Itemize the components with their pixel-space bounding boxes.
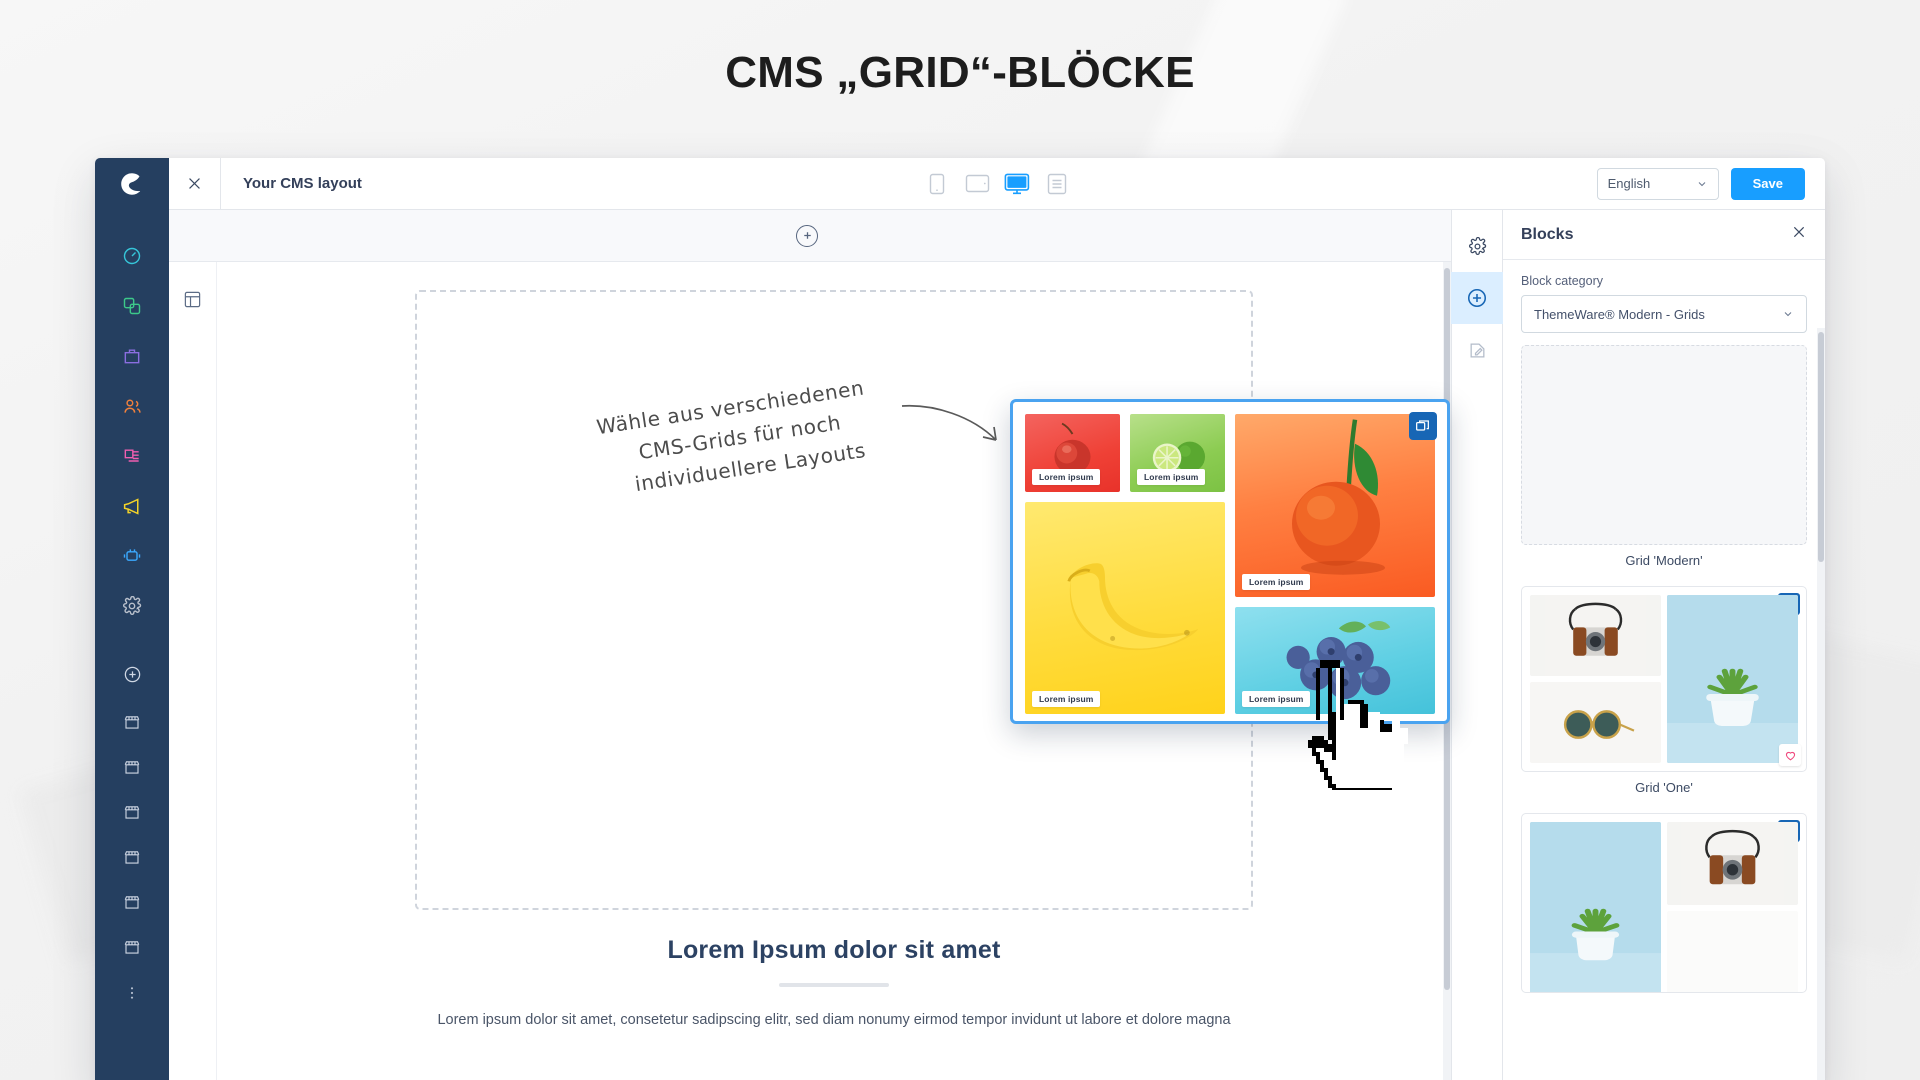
app-window: Your CMS layout English Save Lorem Ipsum… [95,158,1825,1080]
device-preview-switcher [922,170,1072,198]
add-section-button[interactable] [796,224,818,247]
block-item-label: Grid 'One' [1635,780,1693,795]
heading-divider [779,983,889,987]
preview-top-row: Lorem ipsum Lorem ipsum [1025,414,1225,492]
shopware-logo-icon[interactable] [95,158,169,210]
preview-windows-icon[interactable] [1409,412,1437,440]
layout-section-icon[interactable] [183,290,202,1080]
layout-title: Your CMS layout [243,175,362,192]
sidebar-rail [95,158,169,1080]
block-category-label: Block category [1521,274,1603,288]
block-item-label: Grid 'Modern' [1625,553,1703,568]
sidebar-item-dashboard[interactable] [95,236,169,276]
preview-tile-caption: Lorem ipsum [1032,469,1101,485]
editor-body: Lorem Ipsum dolor sit amet Lorem ipsum d… [169,210,1825,1080]
sidebar-item-marketing[interactable] [95,486,169,526]
grid-one-thumbnail [1530,595,1798,763]
annotation-arrow-icon [901,404,997,441]
sales-channel-item[interactable] [95,882,169,922]
main-area: Your CMS layout English Save Lorem Ipsum… [169,158,1825,1080]
heart-icon[interactable] [1779,744,1801,766]
mobile-icon[interactable] [922,170,952,198]
block-category-group: Block category ThemeWare® Modern - Grids [1503,260,1825,345]
sales-channel-item[interactable] [95,792,169,832]
thumb-camera [1530,595,1661,676]
thumb-blank [1667,911,1798,992]
blocks-panel-scrollbar[interactable] [1817,328,1825,1080]
sidebar-item-extensions[interactable] [95,536,169,576]
cms-heading: Lorem Ipsum dolor sit amet [667,936,1001,964]
sidebar-item-orders[interactable] [95,336,169,376]
preview-tile-caption: Lorem ipsum [1137,469,1206,485]
preview-tile-apple[interactable]: Lorem ipsum [1025,414,1120,492]
blocks-panel-header: Blocks [1503,210,1825,260]
page-title: CMS „GRID“-BLÖCKE [725,48,1195,97]
sidebar-item-catalogues[interactable] [95,286,169,326]
tab-settings[interactable] [1451,220,1503,272]
save-button[interactable]: Save [1730,167,1805,200]
preview-tile-orange[interactable]: Lorem ipsum [1235,414,1435,598]
desktop-icon[interactable] [1002,170,1032,198]
cms-paragraph: Lorem ipsum dolor sit amet, consetetur s… [437,1012,1231,1028]
sidebar-item-settings[interactable] [95,586,169,626]
sales-channel-item[interactable] [95,927,169,967]
language-select[interactable]: English [1596,167,1719,200]
preview-tile-caption: Lorem ipsum [1032,691,1101,707]
tab-layout[interactable] [1451,324,1503,376]
thumb-plant [1530,822,1661,992]
grid-two-thumbnail [1530,822,1798,992]
editor-tab-rail [1451,210,1503,1080]
section-gutter [169,262,217,1080]
preview-tile-caption: Lorem ipsum [1242,574,1311,591]
close-icon[interactable] [169,158,221,210]
block-category-value: ThemeWare® Modern - Grids [1534,306,1705,322]
preview-tile-limes[interactable]: Lorem ipsum [1130,414,1225,492]
preview-left-column: Lorem ipsum Lorem ipsum Lorem ipsum [1025,414,1225,714]
blocks-panel: Blocks Block category ThemeWare® Modern … [1503,210,1825,1080]
blocks-panel-title: Blocks [1521,225,1574,243]
top-bar-actions: English Save [1596,167,1825,200]
thumb-sunglasses [1530,682,1661,763]
blocks-list: Grid 'Modern' Grid 'One' [1503,345,1825,1080]
more-options-button[interactable] [95,973,169,1013]
block-item-grid-modern[interactable] [1521,345,1807,545]
tab-blocks[interactable] [1451,272,1503,324]
sidebar-item-content[interactable] [95,436,169,476]
page-root: CMS „GRID“-BLÖCKE Your CMS layout Englis… [0,0,1920,1080]
cms-text-block: Lorem Ipsum dolor sit amet Lorem ipsum d… [415,936,1253,1032]
preview-tile-banana[interactable]: Lorem ipsum [1025,502,1225,714]
top-bar: Your CMS layout English Save [169,158,1825,210]
sales-channel-item[interactable] [95,702,169,742]
rail-primary-icons [95,236,169,626]
list-view-icon[interactable] [1042,170,1072,198]
close-icon[interactable] [1791,224,1807,245]
block-item-grid-two[interactable] [1521,813,1807,993]
canvas-toolbar [169,210,1451,262]
sidebar-item-customers[interactable] [95,386,169,426]
blocks-panel-scrollbar-thumb[interactable] [1818,332,1824,562]
sales-channel-item[interactable] [95,837,169,877]
thumb-camera [1667,822,1798,905]
chevron-down-icon [1698,181,1706,186]
language-value: English [1607,176,1651,191]
block-category-select[interactable]: ThemeWare® Modern - Grids [1521,295,1807,333]
sales-channel-item[interactable] [95,747,169,787]
tablet-icon[interactable] [962,170,992,198]
pixel-hand-cursor [1308,660,1408,790]
chevron-down-icon [1784,312,1792,317]
add-sales-channel-button[interactable] [95,654,169,694]
block-item-grid-one[interactable] [1521,586,1807,772]
thumb-plant [1667,595,1798,763]
